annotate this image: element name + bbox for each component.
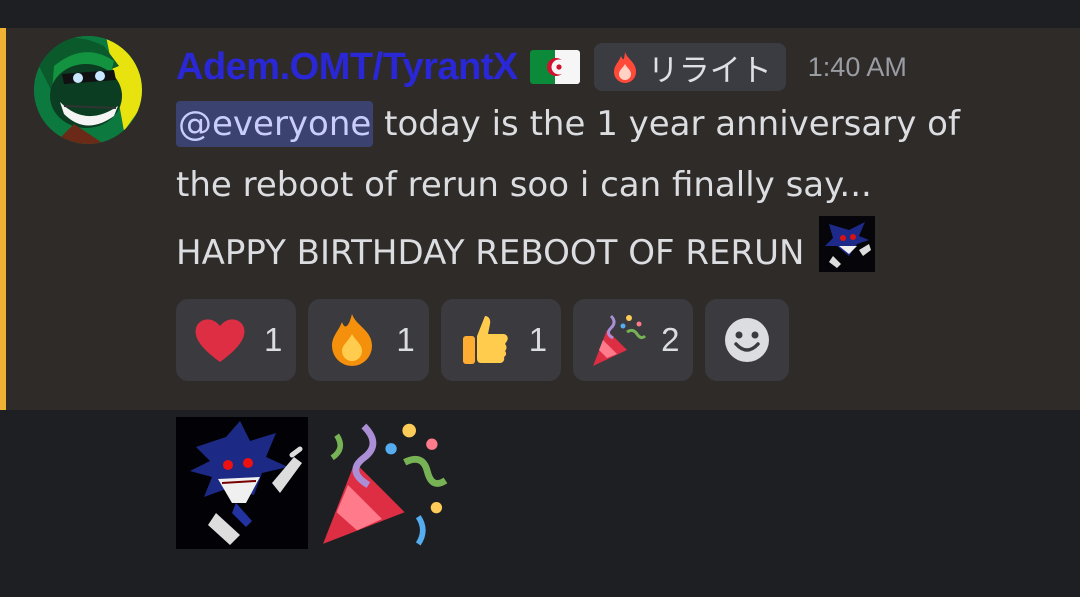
avatar[interactable] [34,36,142,144]
message-text-line-3: HAPPY BIRTHDAY REBOOT OF RERUN [176,233,805,273]
role-tag[interactable]: リライト [593,43,786,91]
reaction-count: 2 [661,321,680,358]
reaction-count: 1 [264,321,283,358]
fire-icon [613,52,636,83]
algeria-flag-icon [529,50,580,84]
reactions-bar: 1 1 1 2 [176,299,790,381]
message-line-1: @everyone today is the 1 year anniversar… [176,94,1056,155]
heart-icon [195,319,245,362]
message-text-line-2: the reboot of rerun soo i can finally sa… [176,165,872,205]
role-label: リライト [647,52,772,89]
party-popper-icon[interactable] [314,417,450,553]
message-header: Adem.OMT/TyrantX リライト 1:40 AM [176,40,907,94]
message-item[interactable]: Adem.OMT/TyrantX リライト 1:40 AM @everyone … [0,28,1080,410]
reaction-heart[interactable]: 1 [176,299,297,381]
message-text-line-1: today is the 1 year anniversary of [373,104,960,144]
mention-highlight-bar [0,28,6,410]
smiley-add-reaction-icon [725,318,770,362]
reaction-party-popper[interactable]: 2 [573,299,694,381]
message-content: @everyone today is the 1 year anniversar… [176,94,1056,284]
reaction-thumbs-up[interactable]: 1 [440,299,562,381]
reaction-count: 1 [528,321,548,358]
custom-sonic-exe-emoji[interactable] [819,216,876,272]
reaction-fire[interactable]: 1 [308,299,429,381]
party-popper-icon [593,314,647,366]
message-line-3: HAPPY BIRTHDAY REBOOT OF RERUN [176,216,1056,284]
reaction-count: 1 [396,321,415,358]
thumbs-up-icon [462,316,508,364]
add-reaction-button[interactable] [705,299,790,381]
avatar-image [34,36,142,144]
followup-message[interactable] [176,417,450,553]
everyone-mention[interactable]: @everyone [176,101,374,147]
timestamp[interactable]: 1:40 AM [808,52,907,83]
channel-top-strip [0,0,1080,28]
custom-sonic-exe-emoji[interactable] [176,417,308,549]
fire-icon [332,314,373,366]
username[interactable]: Adem.OMT/TyrantX [176,46,518,89]
